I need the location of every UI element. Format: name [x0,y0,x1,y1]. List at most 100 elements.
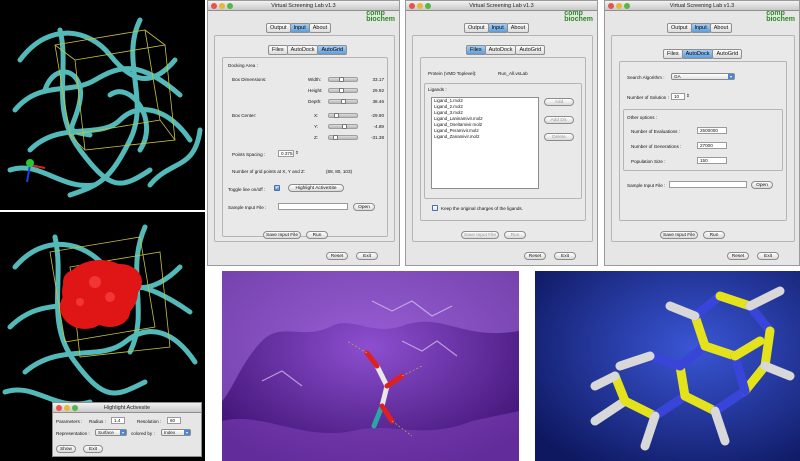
tab-output[interactable]: Output [464,23,489,33]
compbiochem-logo: comp biochem [766,10,795,23]
tab-files[interactable]: Files [663,49,683,59]
num-generations-input[interactable]: 27000 [697,142,727,149]
depth-slider[interactable] [328,99,358,104]
run-button[interactable]: Run [504,231,526,239]
docking-area-title: Docking Area : [228,63,258,68]
save-input-file-button[interactable]: Save Input File [461,231,499,239]
highlight-activesite-button[interactable]: Highlight ActiveSite [288,184,344,192]
protein-label: Protein (VMD Toplevel): [428,71,477,76]
sample-input-field[interactable] [669,181,747,188]
width-slider[interactable] [328,77,358,82]
exit-button[interactable]: Exit [356,252,378,260]
height-value: 29.92 [372,88,385,93]
add-dir-button[interactable]: Add Dir. [544,116,574,124]
add-button[interactable]: Add [544,98,574,106]
open-button[interactable]: Open [353,203,375,211]
tab-input[interactable]: Input [487,23,508,33]
representation-label: Representation : [56,431,90,436]
box-center-label: Box Center: [232,113,257,118]
tab-autogrid[interactable]: AutoGrid [317,45,348,55]
top-tabs: Output Input About [464,23,530,33]
window-title: Virtual Screening Lab v1.3 [271,3,336,9]
colored-by-select[interactable]: Index ▾ [161,429,191,436]
tab-autodock[interactable]: AutoDock [681,49,714,59]
sub-tabs: Files AutoDock AutoGrid [466,45,546,55]
delete-button[interactable]: Delete [544,133,574,141]
toggle-line-checkbox[interactable]: ✓ [274,185,280,191]
height-slider-knob[interactable] [339,88,344,93]
num-evaluations-input[interactable]: 2500000 [697,127,727,134]
tab-output[interactable]: Output [667,23,692,33]
reset-button[interactable]: Reset [326,252,348,260]
reset-button[interactable]: Reset [524,252,546,260]
show-button[interactable]: Show [56,445,76,453]
autodock-window: Virtual Screening Lab v1.3 comp biochem O… [604,0,800,266]
protein-ribbon-view [0,0,205,210]
height-slider[interactable] [328,88,358,93]
tab-about[interactable]: About [506,23,530,33]
sample-input-field[interactable] [278,203,348,210]
tab-files[interactable]: Files [268,45,288,55]
ligand-stick-svg [535,271,800,461]
stepper-icon[interactable]: ⇕ [295,150,299,156]
tab-files[interactable]: Files [466,45,486,55]
resolution-input[interactable]: 60 [167,417,181,424]
x-slider[interactable] [328,113,358,118]
reset-button[interactable]: Reset [727,252,749,260]
ligand-stick-view [535,271,800,461]
dialog-exit-button[interactable]: Exit [83,445,103,453]
ligands-label: Ligands : [428,87,447,92]
z-slider-knob[interactable] [333,135,338,140]
run-button[interactable]: Run [703,231,725,239]
dialog-title: Highlight Activesite [103,405,151,411]
width-slider-knob[interactable] [339,77,344,82]
tab-autodock[interactable]: AutoDock [484,45,517,55]
points-spacing-input[interactable]: 0.375 [278,150,294,157]
sub-tabs: Files AutoDock AutoGrid [268,45,348,55]
protein-ribbon-svg [7,17,203,198]
ligand-list[interactable]: Ligand_1.mol2 Ligand_2.mol2 Ligand_3.mol… [431,97,539,189]
z-slider[interactable] [328,135,358,140]
tab-autogrid[interactable]: AutoGrid [515,45,546,55]
tab-input[interactable]: Input [289,23,310,33]
population-size-label: Population Size : [631,159,666,164]
tab-about[interactable]: About [308,23,332,33]
stepper-icon[interactable]: ⇕ [686,93,690,99]
files-window: Virtual Screening Lab v1.3 comp biochem O… [405,0,598,266]
sample-input-label: Sample Input File : [627,183,666,188]
tab-autodock[interactable]: AutoDock [286,45,319,55]
tab-input[interactable]: Input [690,23,711,33]
save-input-file-button[interactable]: Save Input File [263,231,301,239]
tab-output[interactable]: Output [266,23,291,33]
representation-select[interactable]: Surface ▾ [95,429,127,436]
tab-about[interactable]: About [709,23,733,33]
x-value: -29.90 [370,113,384,118]
tab-autogrid[interactable]: AutoGrid [712,49,743,59]
dropdown-arrow-icon: ▾ [728,74,734,79]
exit-button[interactable]: Exit [554,252,576,260]
compbiochem-logo: comp biochem [564,10,593,23]
list-item[interactable]: Ligand_Zanamivir.mol2 [432,134,538,140]
num-grid-points-label: Number of grid points at X, Y and Z: [232,169,306,174]
width-label: Width: [308,77,322,82]
search-algorithm-select[interactable]: GA ▾ [671,73,735,80]
exit-button[interactable]: Exit [757,252,779,260]
radius-input[interactable]: 1.4 [111,417,125,424]
depth-label: Depth: [308,99,322,104]
depth-slider-knob[interactable] [341,99,346,104]
y-slider[interactable] [328,124,358,129]
open-button[interactable]: Open [751,181,773,189]
population-size-input[interactable]: 150 [697,157,727,164]
save-input-file-button[interactable]: Save Input File [660,231,698,239]
colored-by-label: colored by : [131,431,155,436]
dropdown-arrow-icon: ▾ [184,430,190,435]
window-title: Virtual Screening Lab v1.3 [469,3,534,9]
y-slider-knob[interactable] [342,124,347,129]
keep-charges-checkbox[interactable] [432,205,438,211]
search-algorithm-label: Search Algorithm : [627,75,665,80]
run-button[interactable]: Run [306,231,328,239]
num-solution-input[interactable]: 10 [671,93,685,100]
colored-by-value: Index [164,430,176,435]
binding-site-svg [222,271,519,461]
x-slider-knob[interactable] [334,113,339,118]
